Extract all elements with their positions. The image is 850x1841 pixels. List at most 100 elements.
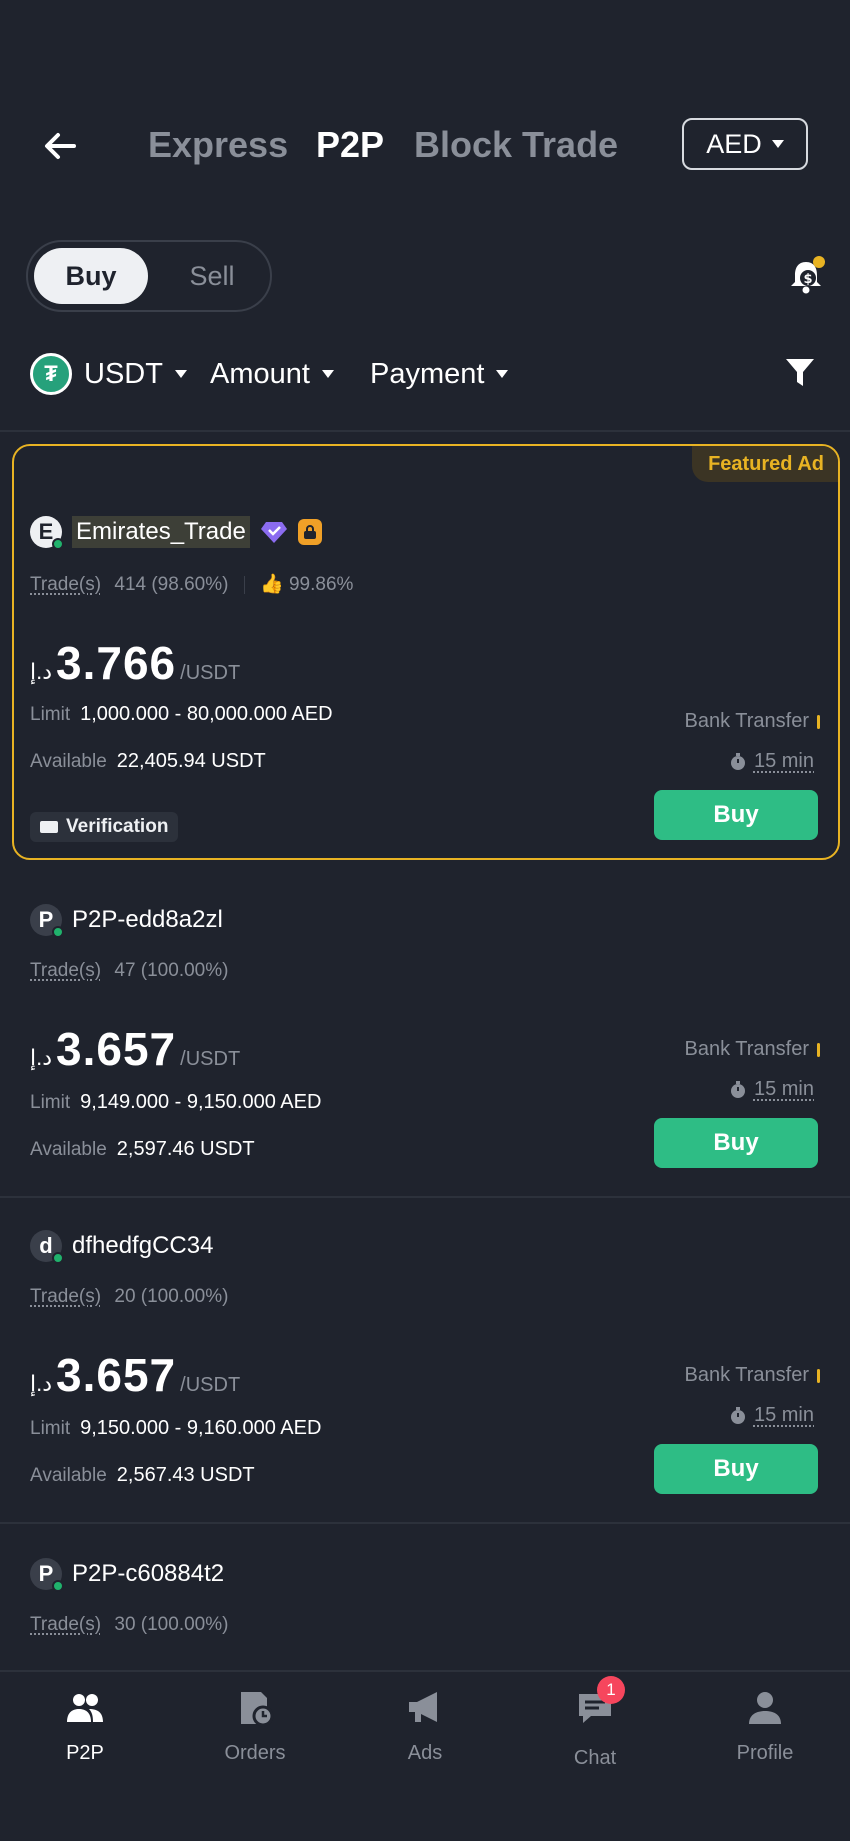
payment-filter-label: Payment [370, 357, 485, 390]
payment-color-bar [817, 1042, 820, 1057]
time-limit: 15 min [753, 750, 814, 772]
payment-method: Bank Transfer [684, 1364, 820, 1387]
nav-item-chat[interactable]: 1 Chat [510, 1676, 680, 1770]
lock-badge-icon [297, 519, 322, 545]
price-value: 3.657 [56, 1349, 177, 1401]
nav-item-ads[interactable]: Ads [340, 1688, 510, 1765]
users-icon [67, 1694, 103, 1722]
nav-label: Orders [224, 1742, 286, 1764]
seller-row[interactable]: P P2P-c60884t2 [30, 1558, 225, 1592]
profile-icon [749, 1692, 781, 1724]
seller-name: P2P-edd8a2zl [72, 906, 223, 933]
seller-name: P2P-c60884t2 [72, 1560, 225, 1587]
buy-button[interactable]: Buy [654, 1118, 818, 1168]
sell-toggle-button[interactable]: Sell [160, 248, 264, 304]
verification-label: Verification [66, 816, 169, 837]
featured-ad-badge: Featured Ad [692, 446, 838, 482]
nav-item-p2p[interactable]: P2P [0, 1688, 170, 1765]
chevron-down-icon [771, 140, 784, 148]
payment-color-bar [817, 714, 820, 729]
divider [0, 1196, 850, 1198]
divider [0, 1522, 850, 1524]
price-value: 3.657 [56, 1023, 177, 1075]
trades-label[interactable]: Trade(s) [30, 1286, 101, 1307]
available-label: Available [30, 1139, 107, 1160]
available-row: Available 2,567.43 USDT [30, 1464, 255, 1487]
buy-toggle-button[interactable]: Buy [34, 248, 148, 304]
seller-row[interactable]: E Emirates_Trade [30, 516, 322, 550]
trades-count: 30 (100.00%) [114, 1614, 229, 1635]
nav-item-orders[interactable]: Orders [170, 1688, 340, 1765]
currency-symbol: د.إ [30, 1045, 53, 1070]
orders-icon [241, 1692, 274, 1727]
tab-p2p[interactable]: P2P [316, 124, 384, 166]
payment-method: Bank Transfer [684, 710, 820, 733]
buy-button[interactable]: Buy [654, 1444, 818, 1494]
amount-filter[interactable]: Amount [210, 352, 334, 396]
price-unit: /USDT [180, 1048, 241, 1070]
asset-filter-label: USDT [84, 357, 163, 390]
available-value: 2,597.46 USDT [116, 1138, 255, 1160]
limit-label: Limit [30, 1418, 71, 1439]
diamond-merchant-icon [260, 522, 287, 543]
trade-stats: Trade(s) 20 (100.00%) [30, 1286, 228, 1308]
back-arrow-icon[interactable] [40, 126, 80, 166]
divider [0, 430, 850, 432]
asset-filter[interactable]: ₮ USDT [30, 352, 187, 396]
limit-label: Limit [30, 704, 71, 725]
available-row: Available 2,597.46 USDT [30, 1138, 255, 1161]
payment-time: 15 min [730, 1078, 814, 1101]
tab-block-trade[interactable]: Block Trade [414, 124, 618, 166]
nav-label: Profile [736, 1742, 794, 1764]
limit-label: Limit [30, 1092, 71, 1113]
chevron-down-icon [174, 370, 187, 378]
price-unit: /USDT [180, 662, 241, 684]
seller-row[interactable]: d dfhedfgCC34 [30, 1230, 213, 1264]
trades-label[interactable]: Trade(s) [30, 574, 101, 595]
nav-label: Ads [407, 1742, 443, 1764]
thumbs-up-icon: 👍 [260, 574, 284, 595]
payment-method-label: Bank Transfer [684, 1038, 809, 1060]
filter-funnel-icon[interactable] [784, 356, 816, 390]
trades-label[interactable]: Trade(s) [30, 1614, 101, 1635]
currency-symbol: د.إ [30, 659, 53, 684]
trade-stats: Trade(s) 414 (98.60%) 👍 99.86% [30, 572, 353, 596]
buy-button[interactable]: Buy [654, 790, 818, 840]
payment-time: 15 min [730, 750, 814, 773]
seller-row[interactable]: P P2P-edd8a2zl [30, 904, 223, 938]
limit-value: 9,149.000 - 9,150.000 AED [80, 1091, 322, 1113]
payment-time: 15 min [730, 1404, 814, 1427]
separator [243, 575, 245, 594]
unread-badge: 1 [597, 1676, 625, 1704]
online-status-dot [52, 926, 64, 938]
available-value: 2,567.43 USDT [116, 1464, 255, 1486]
nav-label: P2P [66, 1742, 104, 1764]
available-row: Available 22,405.94 USDT [30, 750, 266, 773]
currency-selector[interactable]: AED [682, 118, 808, 170]
nav-label: Chat [573, 1747, 617, 1769]
tether-icon: ₮ [30, 353, 72, 395]
available-label: Available [30, 751, 107, 772]
limit-row: Limit 9,150.000 - 9,160.000 AED [30, 1417, 321, 1440]
nav-item-profile[interactable]: Profile [680, 1688, 850, 1765]
limit-row: Limit 9,149.000 - 9,150.000 AED [30, 1091, 321, 1114]
payment-filter[interactable]: Payment [370, 352, 509, 396]
online-status-dot [52, 1580, 64, 1592]
tab-express[interactable]: Express [148, 124, 288, 166]
price-value: 3.766 [56, 637, 177, 689]
notification-bell-icon[interactable]: $ [786, 256, 826, 296]
trades-count: 414 (98.60%) [114, 574, 229, 595]
price-row: د.إ 3.657 /USDT [30, 1022, 240, 1076]
time-limit: 15 min [753, 1078, 814, 1100]
chevron-down-icon [496, 370, 509, 378]
stopwatch-icon [730, 1080, 745, 1098]
currency-symbol: د.إ [30, 1371, 53, 1396]
amount-filter-label: Amount [210, 357, 310, 390]
available-value: 22,405.94 USDT [116, 750, 266, 772]
seller-name: Emirates_Trade [72, 516, 250, 548]
limit-value: 1,000.000 - 80,000.000 AED [80, 703, 333, 725]
trades-label[interactable]: Trade(s) [30, 960, 101, 981]
price-row: د.إ 3.657 /USDT [30, 1348, 240, 1402]
stopwatch-icon [730, 1406, 745, 1424]
online-status-dot [52, 538, 64, 550]
